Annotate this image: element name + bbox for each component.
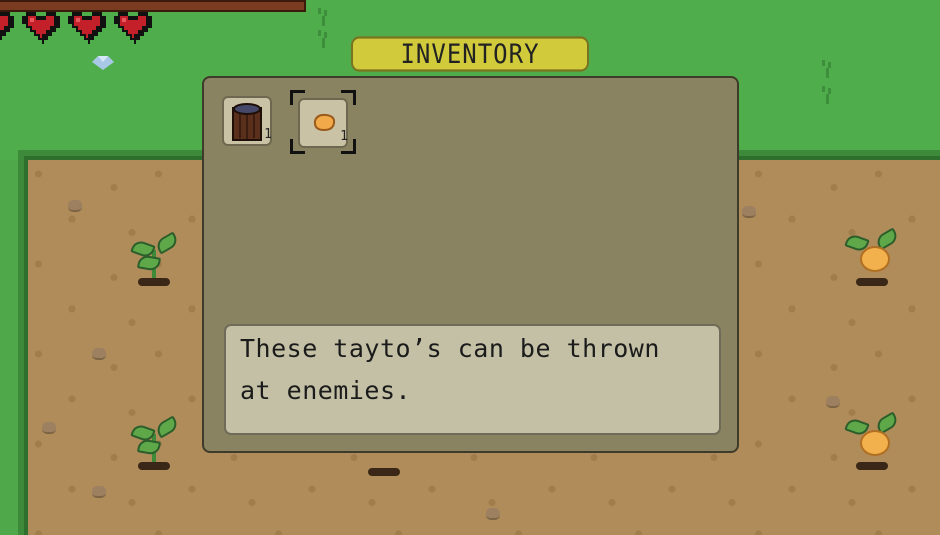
hearts-row: [0, 10, 152, 44]
grass-tuft: [318, 8, 328, 28]
ripe-tayto-plant[interactable]: [842, 227, 902, 288]
heart-icon: [68, 10, 106, 44]
item-description-box: These tayto’s can be thrown at enemies.: [224, 324, 721, 435]
inventory-title-label: INVENTORY: [400, 38, 540, 70]
rock: [92, 348, 106, 360]
gem-icon: [92, 56, 114, 70]
grass-tuft: [318, 30, 328, 50]
inventory-title: INVENTORY: [351, 36, 589, 72]
inventory-slot-wood[interactable]: 1: [222, 96, 272, 146]
inventory-panel: 1 1 These tayto’s can be thrown at enemi…: [202, 76, 739, 453]
grass-tuft: [822, 86, 832, 106]
slot-count: 1: [264, 127, 272, 142]
item-description-text: These tayto’s can be thrown at enemies.: [240, 334, 660, 405]
rock: [68, 200, 82, 212]
sprout-plant[interactable]: [124, 228, 184, 288]
ripe-tayto-plant[interactable]: [842, 411, 902, 472]
rock: [92, 486, 106, 498]
grass-tuft: [822, 60, 832, 80]
wood-log-icon: [232, 103, 262, 141]
rock: [486, 508, 500, 520]
rock: [42, 422, 56, 434]
rock: [826, 396, 840, 408]
selection-cursor: [290, 90, 356, 154]
heart-icon: [22, 10, 60, 44]
rock: [742, 206, 756, 218]
sprout-plant[interactable]: [124, 412, 184, 472]
heart-icon: [114, 10, 152, 44]
heart-icon: [0, 10, 14, 44]
